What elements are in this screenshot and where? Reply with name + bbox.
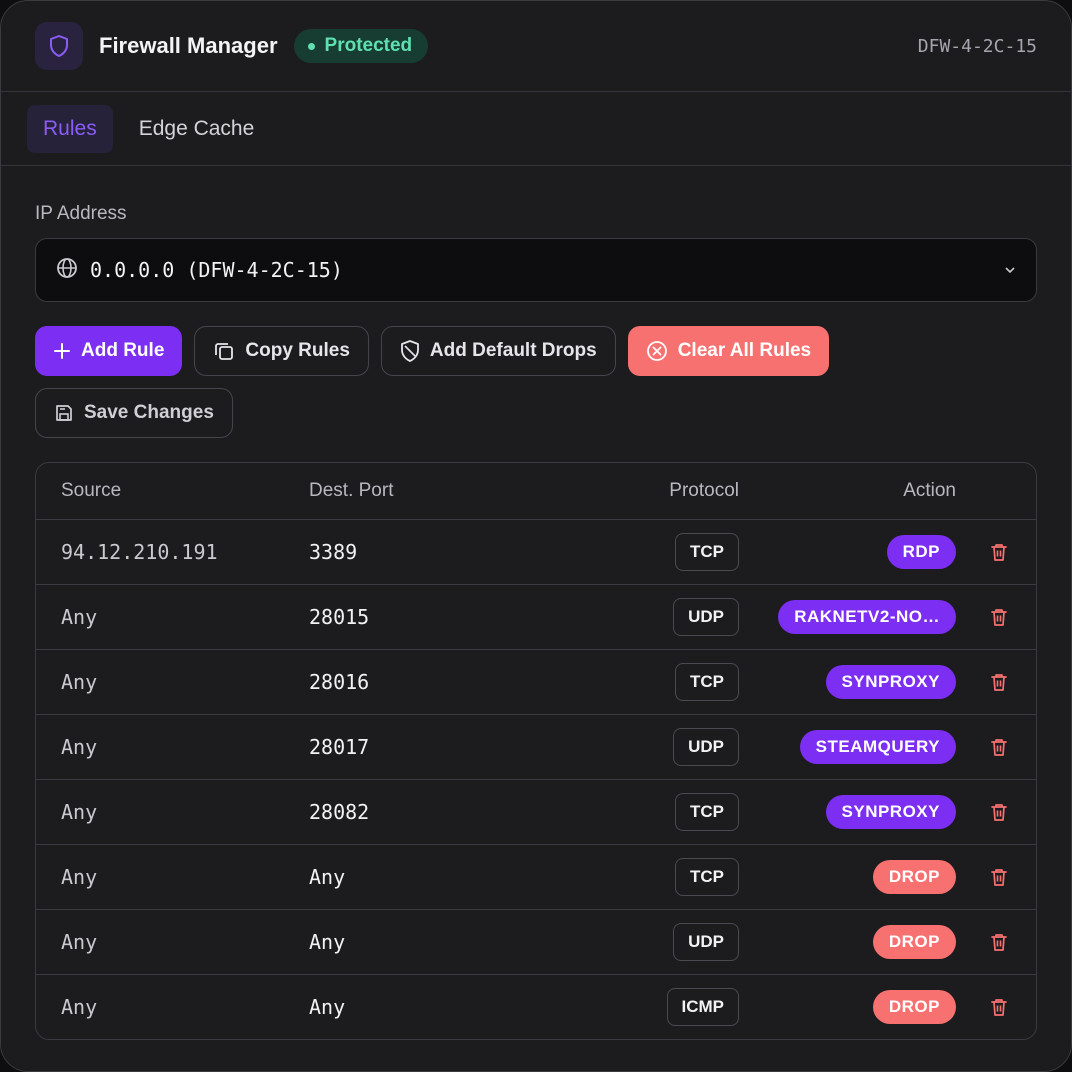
copy-icon	[215, 343, 234, 360]
status-badge: Protected	[293, 29, 429, 63]
copy-rules-button[interactable]: Copy Rules	[194, 326, 369, 376]
ip-address-label: IP Address	[35, 203, 127, 224]
tab-edge-cache[interactable]: Edge Cache	[123, 105, 271, 153]
toolbar: Add Rule Copy Rules Add Default Drops Cl…	[35, 326, 1037, 376]
table-row: Any Any UDP DROP	[36, 910, 1036, 975]
column-source: Source	[61, 480, 122, 501]
firewall-manager-window: Firewall Manager Protected DFW-4-2C-15 R…	[0, 0, 1072, 1072]
host-id: DFW-4-2C-15	[917, 35, 1037, 57]
rule-source: Any	[61, 605, 98, 629]
trash-icon[interactable]	[988, 996, 1010, 1018]
rule-source: 94.12.210.191	[61, 540, 218, 564]
rule-action-badge: DROP	[872, 990, 956, 1024]
rule-dest-port: 28017	[309, 735, 370, 759]
rule-action-badge: DROP	[872, 925, 956, 959]
app-title: Firewall Manager	[99, 33, 278, 58]
rule-action-badge: RAKNETV2-NO…	[778, 600, 956, 634]
shield-icon	[35, 22, 83, 70]
trash-icon[interactable]	[988, 801, 1010, 823]
trash-icon[interactable]	[988, 931, 1010, 953]
rule-action-badge: SYNPROXY	[825, 665, 956, 699]
rule-protocol-badge: TCP	[675, 663, 739, 701]
rule-dest-port: Any	[309, 865, 346, 889]
rule-action-badge: SYNPROXY	[825, 795, 956, 829]
save-changes-label: Save Changes	[84, 402, 214, 423]
chevron-down-icon	[1004, 263, 1016, 281]
rule-protocol-badge: TCP	[675, 533, 739, 571]
add-default-drops-button[interactable]: Add Default Drops	[380, 326, 616, 376]
ip-address-select[interactable]: 0.0.0.0 (DFW-4-2C-15)	[35, 238, 1037, 302]
rule-dest-port: Any	[309, 995, 346, 1019]
rule-source: Any	[61, 670, 98, 694]
rule-dest-port: 28015	[309, 605, 370, 629]
rules-table: Source Dest. Port Protocol Action 94.12.…	[35, 462, 1037, 1040]
add-rule-label: Add Rule	[81, 340, 165, 361]
rule-protocol-badge: UDP	[673, 598, 739, 636]
tab-bar: Rules Edge Cache	[1, 92, 1071, 166]
rule-dest-port: 28016	[309, 670, 370, 694]
globe-icon	[56, 257, 78, 284]
rule-source: Any	[61, 930, 98, 954]
column-protocol: Protocol	[669, 480, 739, 501]
trash-icon[interactable]	[988, 671, 1010, 693]
rule-protocol-badge: TCP	[675, 858, 739, 896]
ip-address-value: 0.0.0.0 (DFW-4-2C-15)	[90, 258, 343, 282]
column-action: Action	[903, 480, 956, 501]
save-icon	[56, 405, 72, 421]
save-changes-button[interactable]: Save Changes	[35, 388, 233, 438]
table-row: Any 28015 UDP RAKNETV2-NO…	[36, 585, 1036, 650]
trash-icon[interactable]	[988, 866, 1010, 888]
rule-action-badge: RDP	[886, 535, 956, 569]
rule-protocol-badge: ICMP	[666, 988, 739, 1026]
rule-protocol-badge: UDP	[673, 728, 739, 766]
trash-icon[interactable]	[988, 736, 1010, 758]
column-dest-port: Dest. Port	[309, 480, 394, 501]
status-dot-icon	[307, 42, 315, 50]
rule-source: Any	[61, 735, 98, 759]
rule-protocol-badge: TCP	[675, 793, 739, 831]
rule-action-badge: DROP	[872, 860, 956, 894]
add-rule-button[interactable]: Add Rule	[35, 326, 183, 376]
header: Firewall Manager Protected DFW-4-2C-15	[1, 1, 1071, 92]
clear-all-rules-button[interactable]: Clear All Rules	[627, 326, 830, 376]
table-row: Any 28017 UDP STEAMQUERY	[36, 715, 1036, 780]
trash-icon[interactable]	[988, 606, 1010, 628]
status-label: Protected	[324, 35, 413, 56]
rule-dest-port: 3389	[309, 540, 358, 564]
clear-all-rules-label: Clear All Rules	[677, 340, 812, 361]
table-row: Any Any TCP DROP	[36, 845, 1036, 910]
rule-dest-port: 28082	[309, 800, 370, 824]
tab-rules[interactable]: Rules	[27, 104, 113, 153]
rule-source: Any	[61, 995, 98, 1019]
table-row: Any 28082 TCP SYNPROXY	[36, 780, 1036, 845]
rule-protocol-badge: UDP	[673, 923, 739, 961]
table-row: Any 28016 TCP SYNPROXY	[36, 650, 1036, 715]
close-circle-icon	[646, 341, 667, 361]
rule-source: Any	[61, 865, 98, 889]
table-row: Any Any ICMP DROP	[36, 975, 1036, 1039]
rules-panel: IP Address 0.0.0.0 (DFW-4-2C-15) Add Rul…	[1, 203, 1071, 1040]
shield-icon	[401, 340, 419, 362]
table-header: Source Dest. Port Protocol Action	[36, 463, 1036, 520]
copy-rules-label: Copy Rules	[245, 340, 350, 361]
table-row: 94.12.210.191 3389 TCP RDP	[36, 520, 1036, 585]
plus-icon	[54, 343, 70, 359]
rule-action-badge: STEAMQUERY	[799, 730, 956, 764]
rule-source: Any	[61, 800, 98, 824]
add-default-drops-label: Add Default Drops	[429, 340, 597, 361]
rule-dest-port: Any	[309, 930, 346, 954]
trash-icon[interactable]	[988, 541, 1010, 563]
